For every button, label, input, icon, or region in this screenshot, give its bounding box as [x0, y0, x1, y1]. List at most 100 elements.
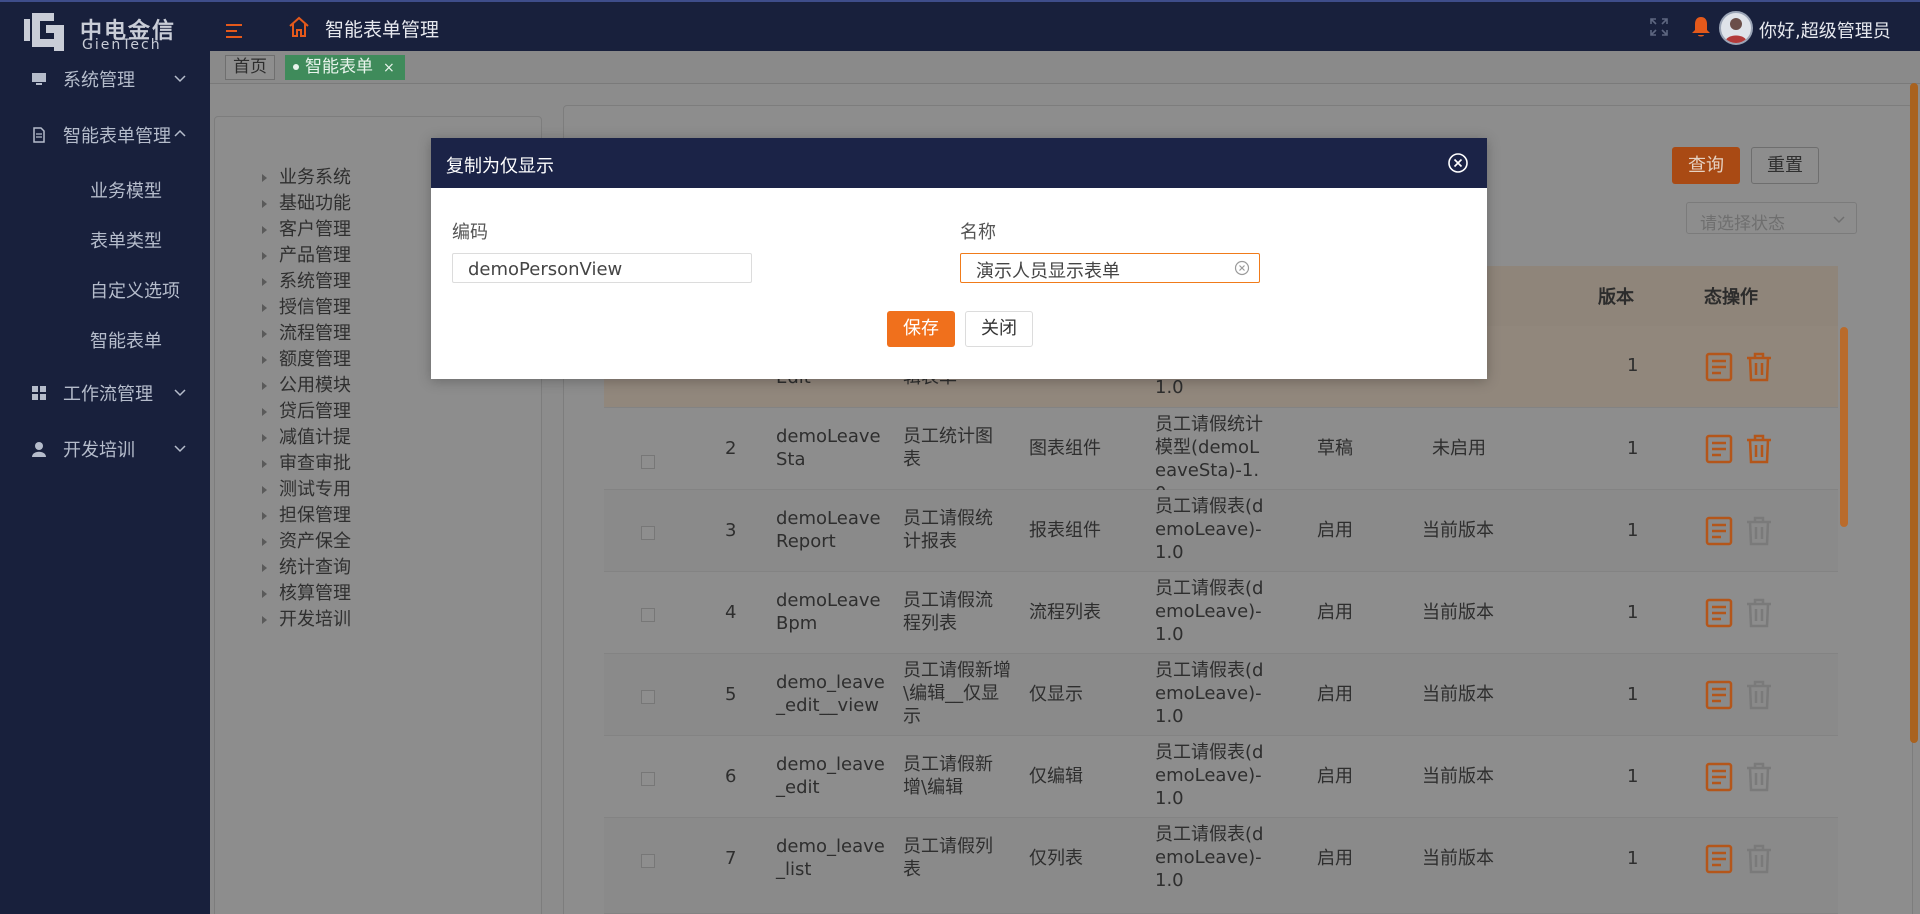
cell-version: 1: [1627, 684, 1639, 705]
page-scrollbar[interactable]: [1910, 83, 1918, 743]
close-icon[interactable]: [1447, 152, 1469, 174]
table-scrollbar[interactable]: [1840, 327, 1848, 527]
row-checkbox[interactable]: [641, 690, 655, 704]
app-title: 智能表单管理: [325, 19, 440, 41]
document-icon: [33, 127, 45, 143]
delete-icon: [1747, 844, 1771, 874]
table-row[interactable]: 4 demoLeaveBpm 员工请假流程列表 流程列表 员工请假表(demoL…: [604, 572, 1838, 654]
edit-icon[interactable]: [1705, 762, 1733, 792]
cell-index: 4: [725, 602, 737, 623]
tree-item[interactable]: 测试专用: [262, 475, 351, 501]
cell-type: 仅显示: [1029, 684, 1083, 705]
sidebar-group-label: 智能表单管理: [63, 126, 171, 147]
cell-code: demo_leave_edit__view: [776, 672, 885, 716]
row-checkbox[interactable]: [641, 854, 655, 868]
tree-item[interactable]: 资产保全: [262, 527, 351, 553]
sidebar-item-form-type[interactable]: 表单类型: [90, 227, 162, 253]
cell-model: 员工请假表(demoLeave)-1.0: [1155, 496, 1264, 563]
tree-item[interactable]: 授信管理: [262, 293, 351, 319]
delete-icon[interactable]: [1745, 352, 1773, 382]
sidebar-item-smart-form[interactable]: 智能表单: [90, 327, 162, 353]
tree-item-label: 基础功能: [279, 193, 351, 214]
row-checkbox[interactable]: [641, 608, 655, 622]
tree-item-label: 产品管理: [279, 245, 351, 266]
tree-item[interactable]: 流程管理: [262, 319, 351, 345]
cell-type: 仅编辑: [1029, 766, 1083, 787]
table-row[interactable]: 3 demoLeaveReport 员工请假统计报表 报表组件 员工请假表(de…: [604, 490, 1838, 572]
sidebar-group-system[interactable]: 系统管理: [0, 59, 210, 99]
tree-item[interactable]: 基础功能: [262, 189, 351, 215]
tree-item[interactable]: 公用模块: [262, 371, 351, 397]
avatar[interactable]: [1719, 11, 1753, 45]
cell-code: demoLeaveBpm: [776, 590, 881, 634]
tab-home[interactable]: 首页: [225, 55, 275, 80]
close-button[interactable]: 关闭: [965, 311, 1033, 347]
caret-right-icon: [262, 616, 267, 624]
tree-item[interactable]: 担保管理: [262, 501, 351, 527]
edit-icon[interactable]: [1705, 598, 1733, 628]
table-row[interactable]: 5 demo_leave_edit__view 员工请假新增\编辑__仅显示 仅…: [604, 654, 1838, 736]
cell-version-state: 当前版本: [1422, 848, 1494, 869]
sidebar-group-label: 开发培训: [63, 440, 135, 461]
sidebar-item-business-model[interactable]: 业务模型: [90, 177, 162, 203]
tree-item[interactable]: 产品管理: [262, 241, 351, 267]
tree-item-label: 公用模块: [279, 375, 351, 396]
tree-item[interactable]: 开发培训: [262, 605, 351, 631]
fullscreen-icon[interactable]: [1649, 17, 1669, 37]
tree-item[interactable]: 客户管理: [262, 215, 351, 241]
tree-item[interactable]: 减值计提: [262, 423, 351, 449]
caret-right-icon: [262, 356, 267, 364]
tree-item-label: 客户管理: [279, 219, 351, 240]
cell-version: 1: [1627, 355, 1639, 376]
clear-input-icon[interactable]: [1234, 260, 1250, 276]
save-button[interactable]: 保存: [887, 311, 955, 347]
edit-icon[interactable]: [1705, 680, 1733, 710]
delete-icon[interactable]: [1745, 434, 1773, 464]
tree-item[interactable]: 额度管理: [262, 345, 351, 371]
table-row[interactable]: 2 demoLeaveSta 员工统计图表 图表组件 员工请假统计模型(demo…: [604, 408, 1838, 504]
bell-icon[interactable]: [1689, 15, 1713, 39]
tree-item[interactable]: 核算管理: [262, 579, 351, 605]
tree-item[interactable]: 统计查询: [262, 553, 351, 579]
edit-icon[interactable]: [1705, 516, 1733, 546]
table-row[interactable]: 6 demo_leave_edit 员工请假新增\编辑 仅编辑 员工请假表(de…: [604, 736, 1838, 818]
cell-index: 6: [725, 766, 737, 787]
status-select[interactable]: 请选择状态: [1686, 202, 1857, 234]
user-greeting[interactable]: 你好,超级管理员: [1759, 17, 1891, 43]
sidebar-group-dev-training[interactable]: 开发培训: [0, 429, 210, 469]
tree-item[interactable]: 审查审批: [262, 449, 351, 475]
sidebar: 系统管理 智能表单管理 业务模型 表单类型 自定义选项 智能表单 工作流管理 开…: [0, 51, 210, 914]
delete-icon: [1747, 762, 1771, 792]
row-checkbox[interactable]: [641, 526, 655, 540]
tree-item[interactable]: 贷后管理: [262, 397, 351, 423]
tree-item[interactable]: 业务系统: [262, 163, 351, 189]
cell-version: 1: [1627, 848, 1639, 869]
name-field[interactable]: [960, 253, 1260, 283]
column-header-version: 版本: [1598, 287, 1634, 308]
query-button[interactable]: 查询: [1672, 147, 1740, 184]
sidebar-group-workflow[interactable]: 工作流管理: [0, 373, 210, 413]
menu-toggle-icon[interactable]: [226, 24, 242, 40]
delete-icon: [1747, 680, 1771, 710]
column-header-ops: 操作: [1722, 287, 1758, 308]
sidebar-group-smart-form[interactable]: 智能表单管理: [0, 115, 210, 155]
edit-icon[interactable]: [1705, 434, 1733, 464]
home-icon[interactable]: [287, 15, 311, 39]
code-field[interactable]: [452, 253, 752, 283]
cell-index: 3: [725, 520, 737, 541]
sidebar-item-custom-options[interactable]: 自定义选项: [90, 277, 180, 303]
chevron-down-icon: [174, 389, 186, 397]
tab-close-icon[interactable]: ×: [383, 60, 395, 76]
edit-icon[interactable]: [1705, 844, 1733, 874]
tab-smart-form[interactable]: 智能表单 ×: [285, 55, 405, 80]
caret-right-icon: [262, 590, 267, 598]
delete-icon: [1747, 598, 1771, 628]
row-checkbox[interactable]: [641, 455, 655, 469]
cell-model: 员工请假表(demoLeave)-1.0: [1155, 742, 1264, 809]
tree-item[interactable]: 系统管理: [262, 267, 351, 293]
row-checkbox[interactable]: [641, 772, 655, 786]
table-row[interactable]: 7 demo_leave_list 员工请假列表 仅列表 员工请假表(demoL…: [604, 818, 1838, 914]
monitor-icon: [32, 73, 46, 85]
edit-icon[interactable]: [1705, 352, 1733, 382]
reset-button[interactable]: 重置: [1751, 147, 1819, 184]
